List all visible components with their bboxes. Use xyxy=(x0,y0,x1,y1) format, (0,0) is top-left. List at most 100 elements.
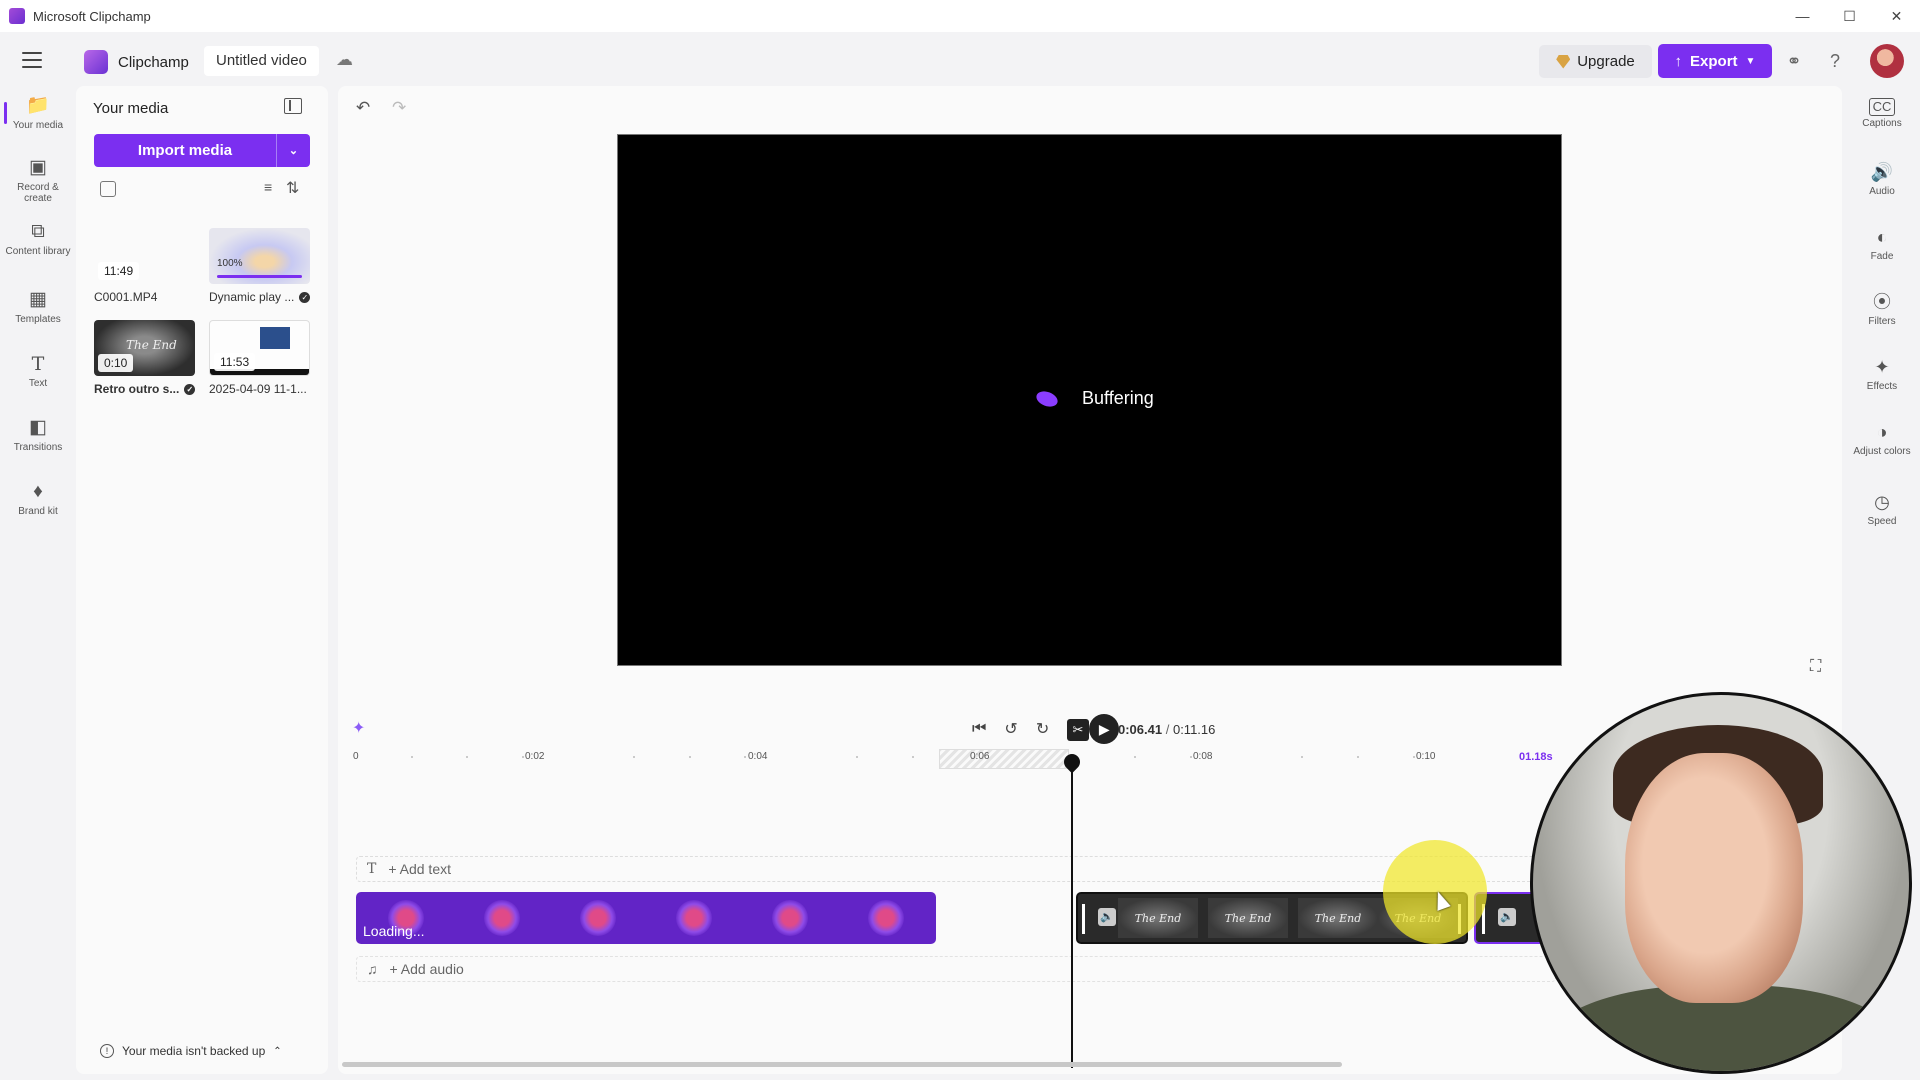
timeline-scrollbar[interactable] xyxy=(342,1062,1342,1067)
thumb-the-end-text: The End xyxy=(126,338,177,352)
timecode: 0:06.41 / 0:11.16 xyxy=(1118,722,1215,737)
transitions-icon: ◧ xyxy=(29,417,47,438)
volume-icon[interactable]: 🔈 xyxy=(1498,908,1516,926)
collapse-panel-icon[interactable] xyxy=(284,98,302,114)
webcam-face xyxy=(1625,753,1803,1003)
upgrade-button[interactable]: Upgrade xyxy=(1539,45,1652,78)
forward-5s-icon[interactable]: ↻ xyxy=(1036,719,1049,739)
sort-icon[interactable]: ⇅ xyxy=(286,178,299,198)
ruler-dot xyxy=(856,756,858,758)
playhead[interactable] xyxy=(1071,756,1073,1068)
media-thumb-retro-outro[interactable]: The End 0:10 xyxy=(94,320,195,376)
close-window-button[interactable]: ✕ xyxy=(1873,0,1920,32)
media-thumb-c0001[interactable]: 11:49 xyxy=(94,228,195,284)
sparkle-icon[interactable]: ✦ xyxy=(352,718,365,738)
upload-icon: ↑ xyxy=(1674,52,1683,70)
media-thumb-dynamic-play[interactable]: 100% xyxy=(209,228,310,284)
undo-icon[interactable]: ↶ xyxy=(356,98,370,118)
rail-label: Brand kit xyxy=(18,506,58,517)
clip-frame xyxy=(772,900,808,936)
help-icon[interactable]: ? xyxy=(1823,49,1847,73)
rail-item-templates[interactable]: ▦ Templates xyxy=(4,288,72,325)
split-scissors-icon[interactable]: ✂ xyxy=(1067,719,1089,741)
rail-label: Record & create xyxy=(17,182,59,204)
brand[interactable]: Clipchamp xyxy=(84,50,189,74)
rail-label: Audio xyxy=(1869,186,1895,197)
rail-item-audio[interactable]: 🔊 Audio xyxy=(1848,160,1916,197)
trim-handle-left[interactable] xyxy=(1082,904,1085,934)
total-time: 0:11.16 xyxy=(1172,722,1216,737)
menu-icon[interactable] xyxy=(22,52,42,68)
clip-end-marker: 01.18s xyxy=(1519,751,1553,763)
add-text-track[interactable]: T + Add text xyxy=(356,856,1556,882)
rewind-5s-icon[interactable]: ↺ xyxy=(1004,719,1017,739)
ruler-label: 0 xyxy=(353,751,359,762)
ruler-dot xyxy=(1190,756,1192,758)
clip-frame xyxy=(580,900,616,936)
rail-item-your-media[interactable]: 📁 Your media xyxy=(4,94,72,131)
window-titlebar: Microsoft Clipchamp — ☐ ✕ xyxy=(0,0,1920,32)
media-name-row: Retro outro s... ✓ xyxy=(94,382,196,396)
skip-to-start-icon[interactable]: ⏮ xyxy=(972,720,986,738)
select-all-checkbox[interactable] xyxy=(100,181,116,197)
ruler-dot xyxy=(1134,756,1136,758)
backup-notice[interactable]: ! Your media isn't backed up ⌃ xyxy=(100,1044,282,1058)
window-controls: — ☐ ✕ xyxy=(1779,0,1920,32)
export-button[interactable]: ↑ Export ▼ xyxy=(1658,44,1772,78)
ruler-dot xyxy=(633,756,635,758)
filter-icon[interactable]: ≡ xyxy=(264,179,272,195)
captions-icon: CC xyxy=(1868,98,1896,116)
avatar[interactable] xyxy=(1870,44,1904,78)
fullscreen-icon[interactable]: ⛶ xyxy=(1810,658,1821,676)
ruler-dot xyxy=(411,756,413,758)
rail-item-record-create[interactable]: ▣ Record & create xyxy=(4,156,72,204)
maximize-button[interactable]: ☐ xyxy=(1826,0,1873,32)
rail-item-text[interactable]: T Text xyxy=(4,352,72,389)
rail-item-adjust-colors[interactable]: ◑ Adjust colors xyxy=(1848,420,1916,457)
duration-badge: 0:10 xyxy=(98,354,134,372)
rail-item-brand-kit[interactable]: ♦ Brand kit xyxy=(4,480,72,517)
cloud-off-icon[interactable]: ☁ xyxy=(336,50,360,72)
current-time: 0:06.41 xyxy=(1118,722,1163,737)
rail-item-content-library[interactable]: ⧉ Content library xyxy=(4,220,72,257)
media-name: Dynamic play ... xyxy=(209,290,295,304)
rail-item-captions[interactable]: CC Captions xyxy=(1848,94,1916,129)
import-media-button[interactable]: Import media ⌄ xyxy=(94,134,310,167)
media-panel-title: Your media xyxy=(93,100,169,117)
thumb-screen-preview xyxy=(260,327,290,349)
video-clip-dynamic[interactable]: Loading... xyxy=(356,892,936,944)
progress-percent: 100% xyxy=(217,258,243,269)
add-audio-track[interactable]: ♫ + Add audio xyxy=(356,956,1556,982)
music-note-icon: ♫ xyxy=(367,961,378,977)
ruler-dot xyxy=(1301,756,1303,758)
window-title: Microsoft Clipchamp xyxy=(33,8,151,24)
rail-item-transitions[interactable]: ◧ Transitions xyxy=(4,416,72,453)
rail-item-effects[interactable]: ✦ Effects xyxy=(1848,355,1916,392)
rail-item-filters[interactable]: ⦿ Filters xyxy=(1848,290,1916,327)
ruler-label: 0:02 xyxy=(525,751,545,762)
rail-label: Your media xyxy=(12,120,64,131)
volume-icon[interactable]: 🔈 xyxy=(1098,908,1116,926)
clip-frame xyxy=(868,900,904,936)
project-title-field[interactable]: Untitled video xyxy=(204,46,319,76)
video-preview[interactable]: Buffering xyxy=(617,134,1562,666)
rail-item-speed[interactable]: ◷ Speed xyxy=(1848,490,1916,527)
ruler-label: 0:04 xyxy=(748,751,768,762)
rail-label: Fade xyxy=(1870,251,1894,262)
backup-text: Your media isn't backed up xyxy=(122,1044,266,1058)
chevron-down-icon[interactable]: ⌄ xyxy=(276,134,310,167)
check-icon: ✓ xyxy=(299,292,311,304)
ruler-dot xyxy=(466,756,468,758)
brand-name: Clipchamp xyxy=(118,53,189,71)
speed-icon: ◷ xyxy=(1874,492,1890,512)
redo-icon[interactable]: ↷ xyxy=(392,98,406,118)
media-thumb-recording[interactable]: 11:53 xyxy=(209,320,310,376)
rail-item-fade[interactable]: ◐ Fade xyxy=(1848,225,1916,262)
play-button[interactable]: ▶ xyxy=(1089,714,1120,744)
duration-badge: 11:49 xyxy=(98,262,140,280)
import-media-label: Import media xyxy=(137,142,233,159)
library-icon: ⧉ xyxy=(31,221,45,242)
minimize-button[interactable]: — xyxy=(1779,0,1826,32)
share-icon[interactable]: ⚭ xyxy=(1782,49,1806,73)
check-icon: ✓ xyxy=(184,384,196,396)
